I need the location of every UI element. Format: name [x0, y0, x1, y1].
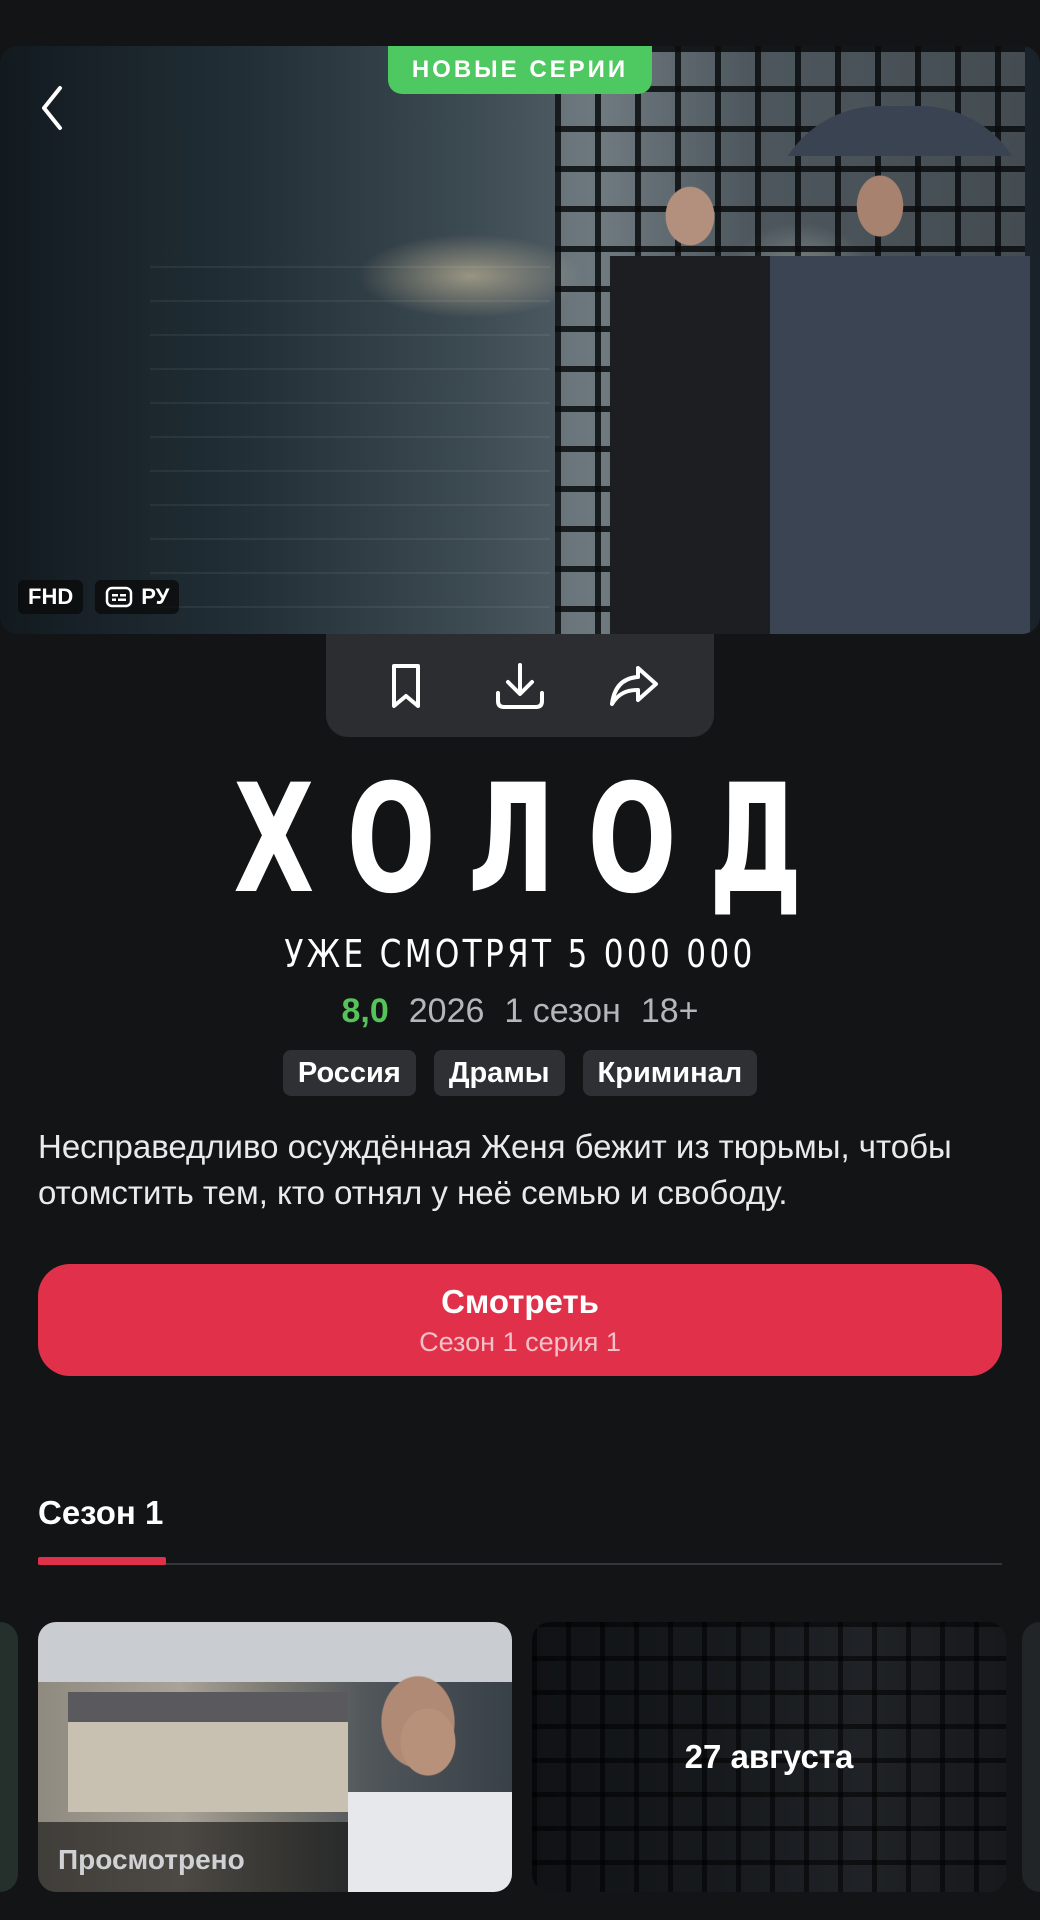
download-button[interactable]: [494, 660, 546, 712]
subtitles-label: РУ: [141, 584, 170, 609]
watch-button-label: Смотреть: [441, 1282, 599, 1320]
new-episodes-badge: НОВЫЕ СЕРИИ: [388, 46, 652, 94]
share-icon: [610, 665, 658, 706]
show-meta: 8,0 2026 1 сезон 18+: [0, 992, 1040, 1031]
subtitles-icon: [105, 586, 133, 608]
year: 2026: [408, 992, 485, 1030]
show-title: ХОЛОД: [233, 753, 835, 927]
download-icon: [496, 662, 544, 709]
watched-label: Просмотрено: [58, 1844, 245, 1875]
quality-label: FHD: [28, 584, 74, 609]
watch-button-sublabel: Сезон 1 серия 1: [419, 1326, 621, 1357]
share-button[interactable]: [608, 660, 660, 712]
episode-thumbnail-house: [68, 1692, 348, 1812]
release-date: 27 августа: [684, 1738, 854, 1775]
quality-badge: FHD: [18, 580, 84, 614]
episode-card[interactable]: 27 августа: [532, 1622, 1006, 1892]
rating: 8,0: [341, 992, 389, 1030]
hero-figure-guard: [770, 106, 1030, 634]
age-rating: 18+: [640, 992, 699, 1030]
genre-tag[interactable]: Криминал: [582, 1050, 758, 1096]
next-card-edge: [1022, 1622, 1040, 1892]
tab-divider: [38, 1563, 1002, 1565]
previous-card-edge: [0, 1622, 18, 1892]
episode-card[interactable]: Просмотрено: [38, 1622, 512, 1892]
subtitles-badge: РУ: [95, 580, 180, 614]
back-button[interactable]: [30, 78, 74, 138]
bookmark-button[interactable]: [380, 660, 432, 712]
watching-count: УЖЕ СМОТРЯТ 5 000 000: [284, 932, 756, 976]
description: Несправедливо осуждённая Женя бежит из т…: [38, 1128, 952, 1211]
bookmark-icon: [392, 663, 420, 708]
hero-wall: [150, 266, 550, 634]
seasons-count: 1 сезон: [504, 992, 621, 1030]
genre-tag[interactable]: Россия: [282, 1050, 416, 1096]
genre-tag[interactable]: Драмы: [433, 1050, 565, 1096]
back-chevron-icon: [42, 86, 62, 130]
episode-thumbnail-figure: [348, 1692, 512, 1892]
genre-tags: Россия Драмы Криминал: [0, 1050, 1040, 1096]
hero-image: [0, 46, 1040, 634]
action-bar: [326, 634, 714, 737]
active-tab-indicator: [38, 1557, 166, 1565]
watch-button[interactable]: Смотреть Сезон 1 серия 1: [38, 1264, 1002, 1376]
hero-badges: FHD РУ: [18, 580, 180, 614]
tab-season-1[interactable]: Сезон 1: [38, 1494, 163, 1532]
